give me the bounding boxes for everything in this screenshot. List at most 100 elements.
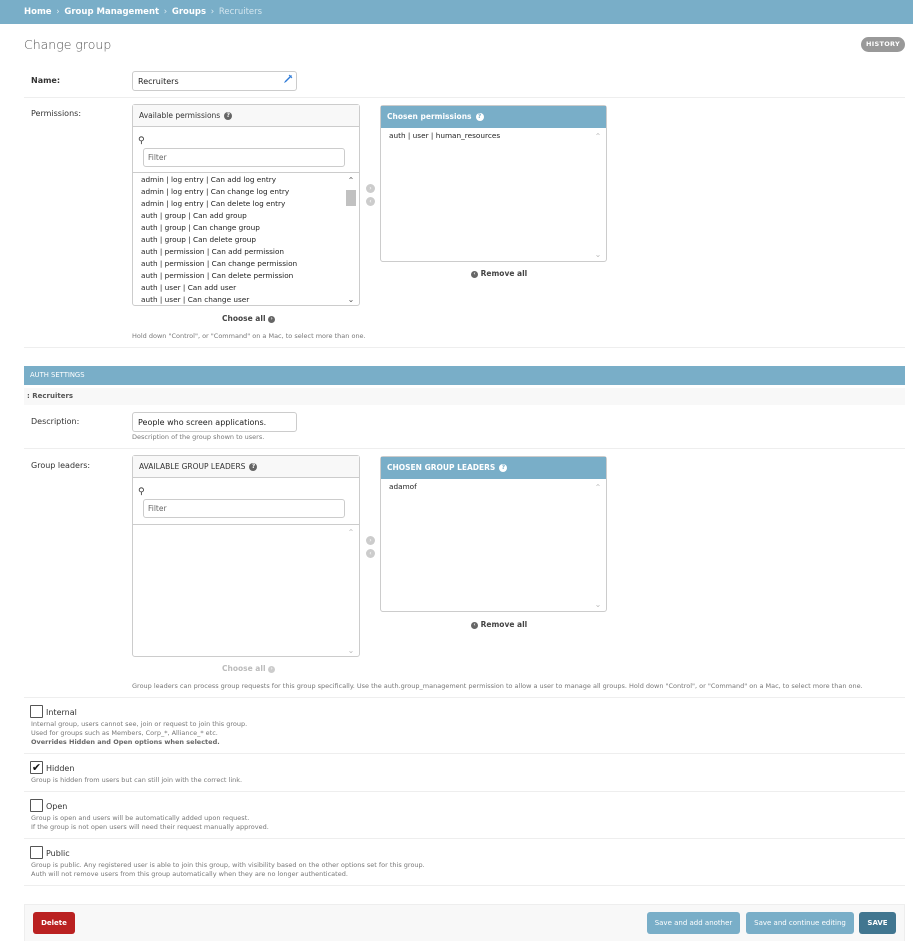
available-permissions-title-text: Available permissions [139,111,221,120]
public-label: Public [46,849,70,858]
chosen-permissions-box: Chosen permissions? auth | user | human_… [380,105,607,262]
scroll-up-icon[interactable]: ⌃ [345,176,357,186]
divider [133,172,359,173]
permissions-label: Permissions: [31,109,82,118]
chosen-permissions-title-text: Chosen permissions [387,112,472,121]
list-item[interactable]: auth | user | Can change user [133,294,345,305]
remove-all-label: Remove all [480,620,528,629]
choose-all-leaders-link[interactable]: Choose all › [222,664,276,673]
add-arrow-icon[interactable]: › [366,184,375,193]
internal-checkbox[interactable] [30,705,43,718]
scrollbar[interactable]: ⌃ ⌄ [592,132,604,260]
permissions-help-text: Hold down "Control", or "Command" on a M… [132,332,366,340]
help-icon[interactable]: ? [499,464,508,472]
public-checkbox[interactable] [30,846,43,859]
save-add-another-button[interactable]: Save and add another [647,912,740,934]
page-title: Change group [24,37,112,52]
chosen-permissions-list[interactable]: auth | user | human_resources [381,130,591,250]
divider [24,791,905,792]
open-help-line: Group is open and users will be automati… [31,814,250,822]
open-help-text: Group is open and users will be automati… [31,814,269,832]
breadcrumb-home[interactable]: Home [24,7,52,17]
list-item[interactable]: adamof [381,481,591,493]
breadcrumb-group-management[interactable]: Group Management [64,7,159,17]
breadcrumb-groups[interactable]: Groups [172,7,206,17]
scroll-thumb[interactable] [346,190,356,206]
chosen-group-leaders-title: CHOSEN GROUP LEADERS? [381,457,606,479]
scroll-up-icon[interactable]: ⌃ [345,528,357,538]
public-help-text: Group is public. Any registered user is … [31,861,425,879]
choose-all-permissions-link[interactable]: Choose all › [222,314,276,323]
list-item[interactable]: auth | permission | Can change permissio… [133,258,345,270]
available-group-leaders-filter[interactable] [143,499,345,518]
search-icon: ⚲ [138,487,145,497]
chosen-permissions-title: Chosen permissions? [381,106,606,128]
remove-all-label: Remove all [480,269,528,278]
breadcrumb-separator: › [56,7,60,17]
available-group-leaders-title: AVAILABLE GROUP LEADERS? [133,456,359,478]
chosen-group-leaders-list[interactable]: adamof [381,481,591,601]
list-item[interactable]: auth | group | Can delete group [133,234,345,246]
scroll-down-icon[interactable]: ⌄ [345,295,357,305]
list-item[interactable]: auth | group | Can add group [133,210,345,222]
scroll-up-icon[interactable]: ⌃ [592,483,604,493]
list-item[interactable]: auth | user | human_resources [381,130,591,142]
arrow-left-circle-icon: ‹ [471,270,478,278]
scrollbar[interactable]: ⌃ ⌄ [345,528,357,656]
available-permissions-filter[interactable] [143,148,345,167]
list-item[interactable]: admin | log entry | Can delete log entry [133,198,345,210]
breadcrumb-current: Recruiters [218,7,263,17]
scrollbar[interactable]: ⌃ ⌄ [592,483,604,610]
save-button[interactable]: SAVE [859,912,896,934]
available-permissions-list[interactable]: admin | log entry | Can add log entry ad… [133,174,345,305]
available-group-leaders-list[interactable] [133,526,345,656]
history-button[interactable]: HISTORY [861,37,905,52]
available-permissions-box: Available permissions? ⚲ admin | log ent… [132,104,360,306]
chosen-group-leaders-title-text: CHOSEN GROUP LEADERS [387,463,496,472]
list-item[interactable]: auth | user | Can add user [133,282,345,294]
arrow-left-circle-icon: ‹ [471,621,478,629]
description-help-text: Description of the group shown to users. [132,433,265,441]
remove-arrow-icon[interactable]: ‹ [366,197,375,206]
divider [24,753,905,754]
hidden-checkbox[interactable]: ✔ [30,761,43,774]
list-item[interactable]: admin | log entry | Can add log entry [133,174,345,186]
breadcrumb-separator: › [210,7,215,17]
scroll-up-icon[interactable]: ⌃ [592,132,604,142]
list-item[interactable]: admin | log entry | Can change log entry [133,186,345,198]
divider [24,448,905,449]
list-item[interactable]: auth | permission | Can add permission [133,246,345,258]
group-leaders-label: Group leaders: [31,461,91,470]
open-checkbox[interactable] [30,799,43,812]
auth-settings-header: AUTH SETTINGS [24,366,905,385]
help-icon[interactable]: ? [224,112,233,120]
help-icon[interactable]: ? [475,113,484,121]
name-input[interactable] [132,71,297,91]
hidden-help-text: Group is hidden from users but can still… [31,776,243,784]
arrow-right-circle-icon: › [268,315,276,323]
remove-all-permissions-link[interactable]: ‹ Remove all [471,269,527,278]
save-continue-editing-button[interactable]: Save and continue editing [746,912,854,934]
chosen-group-leaders-box: CHOSEN GROUP LEADERS? adamof ⌃ ⌄ [380,456,607,612]
delete-button[interactable]: Delete [33,912,75,934]
divider [133,524,359,525]
internal-help-text: Internal group, users cannot see, join o… [31,720,247,747]
list-item[interactable]: auth | group | Can change group [133,222,345,234]
name-label: Name: [31,76,61,85]
remove-all-leaders-link[interactable]: ‹ Remove all [471,620,527,629]
scroll-down-icon[interactable]: ⌄ [345,646,357,656]
divider [24,885,905,886]
help-icon[interactable]: ? [249,463,258,471]
breadcrumb: Home › Group Management › Groups › Recru… [0,0,913,24]
available-group-leaders-box: AVAILABLE GROUP LEADERS? ⚲ ⌃ ⌄ [132,455,360,657]
add-leader-arrow-icon[interactable]: › [366,536,375,545]
search-icon: ⚲ [138,136,145,146]
internal-help-line: Used for groups such as Members, Corp_*,… [31,729,218,737]
remove-leader-arrow-icon[interactable]: ‹ [366,549,375,558]
arrow-right-circle-icon: › [268,665,276,673]
list-item[interactable]: auth | permission | Can delete permissio… [133,270,345,282]
scroll-down-icon[interactable]: ⌄ [592,250,604,260]
scroll-down-icon[interactable]: ⌄ [592,600,604,610]
description-input[interactable] [132,412,297,432]
scrollbar[interactable]: ⌃ ⌄ [345,176,357,305]
